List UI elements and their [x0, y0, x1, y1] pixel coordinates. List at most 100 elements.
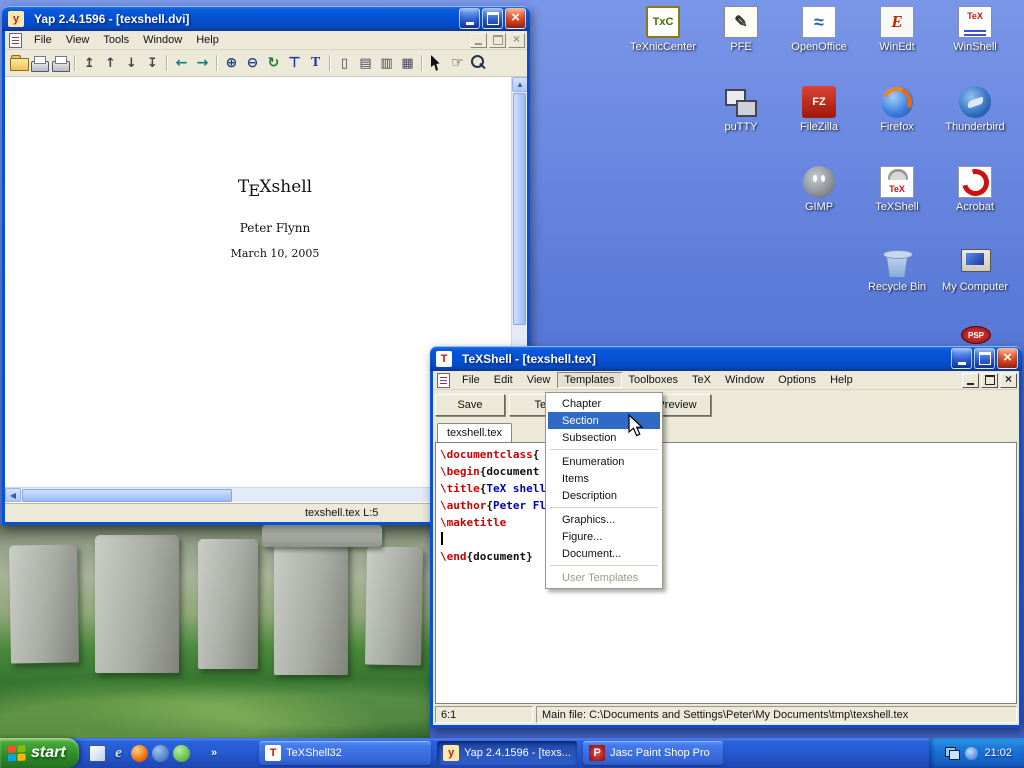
menu-option[interactable]	[548, 562, 660, 569]
menu-option[interactable]: User Templates	[548, 569, 660, 586]
toolbar-icon[interactable]: ↻	[263, 53, 284, 73]
desktop-icon[interactable]: Acrobat	[936, 166, 1014, 246]
menu-option[interactable]: Chapter	[548, 395, 660, 412]
menu-item[interactable]: File	[455, 372, 487, 388]
menu-item[interactable]: Toolboxes	[622, 372, 686, 388]
menu-option[interactable]: Description	[548, 487, 660, 504]
texshell-titlebar[interactable]: TeXShell - [texshell.tex]	[430, 346, 1022, 371]
toolbar-icon[interactable]: ↧	[142, 53, 163, 73]
toolbar-icon[interactable]	[426, 53, 447, 73]
toolbar-icon[interactable]: ↥	[79, 53, 100, 73]
tray-icon[interactable]	[965, 747, 978, 760]
close-button[interactable]	[997, 348, 1018, 369]
toolbar-icon[interactable]	[74, 55, 76, 71]
menu-option[interactable]: Enumeration	[548, 453, 660, 470]
horizontal-scroll-thumb[interactable]	[22, 489, 232, 502]
toolbar-icon[interactable]: →	[192, 53, 213, 73]
desktop-icon[interactable]: TeX WinShell	[936, 6, 1014, 86]
menu-item[interactable]: Tools	[96, 32, 136, 48]
menu-item[interactable]: View	[520, 372, 558, 388]
scroll-left-button[interactable]: ◀	[5, 488, 21, 502]
yap-titlebar[interactable]: Yap 2.4.1596 - [texshell.dvi]	[2, 6, 530, 31]
menu-item[interactable]: Help	[823, 372, 860, 388]
toolbar-icon[interactable]: ▥	[376, 53, 397, 73]
texshell-statusbar: 6:1 Main file: C:\Documents and Settings…	[433, 704, 1019, 725]
toolbar-icon[interactable]	[50, 53, 71, 73]
maximize-button[interactable]	[482, 8, 503, 29]
menu-option[interactable]: Document...	[548, 545, 660, 562]
toolbar-icon[interactable]	[216, 55, 218, 71]
menu-option[interactable]: Items	[548, 470, 660, 487]
quicklaunch-overflow-chevron[interactable]: »	[211, 747, 217, 759]
toolbar-icon[interactable]	[468, 53, 489, 73]
menu-item[interactable]: Window	[136, 32, 189, 48]
desktop-icon[interactable]: FZ FileZilla	[780, 86, 858, 166]
desktop-icon[interactable]: GIMP	[780, 166, 858, 246]
desktop-icon[interactable]: E WinEdt	[858, 6, 936, 86]
toolbar-button[interactable]: Save	[435, 394, 505, 416]
menu-option[interactable]: Graphics...	[548, 511, 660, 528]
menu-item[interactable]: Options	[771, 372, 823, 388]
child-minimize-button[interactable]	[470, 33, 487, 48]
menu-item[interactable]: Templates	[557, 372, 621, 388]
toolbar-icon[interactable]: ☞	[447, 53, 468, 73]
desktop-icon[interactable]: My Computer	[936, 246, 1014, 326]
desktop-icon-psp[interactable]: PSP	[946, 326, 1006, 344]
taskbar-task-button[interactable]: Jasc Paint Shop Pro	[583, 741, 723, 765]
toolbar-icon[interactable]	[329, 55, 331, 71]
child-close-button[interactable]	[508, 33, 525, 48]
menu-option[interactable]	[548, 504, 660, 511]
child-restore-button[interactable]	[981, 373, 998, 388]
menu-item[interactable]: Help	[189, 32, 226, 48]
toolbar-icon[interactable]: ⊕	[221, 53, 242, 73]
desktop-icon[interactable]: ≈ OpenOffice	[780, 6, 858, 86]
close-button[interactable]	[505, 8, 526, 29]
toolbar-icon[interactable]: ▯	[334, 53, 355, 73]
taskbar-task-button[interactable]: Yap 2.4.1596 - [texs...	[437, 741, 577, 765]
toolbar-icon[interactable]: ▦	[397, 53, 418, 73]
desktop-icon[interactable]: Thunderbird	[936, 86, 1014, 166]
toolbar-icon[interactable]	[29, 53, 50, 73]
code-editor[interactable]: \documentclass{\begin{document\title{TeX…	[435, 442, 1017, 704]
menu-item[interactable]: File	[27, 32, 59, 48]
toolbar-icon[interactable]: T	[305, 53, 326, 73]
scroll-up-button[interactable]: ▲	[512, 77, 527, 92]
quicklaunch-icon[interactable]	[89, 745, 106, 762]
desktop-icon[interactable]: Recycle Bin	[858, 246, 936, 326]
toolbar-icon[interactable]: ↓	[121, 53, 142, 73]
quicklaunch-icon[interactable]	[131, 745, 148, 762]
maximize-button[interactable]	[974, 348, 995, 369]
toolbar-icon[interactable]	[9, 53, 29, 73]
taskbar-task-button[interactable]: TeXShell32	[259, 741, 431, 765]
desktop-icon[interactable]: ✎ PFE	[702, 6, 780, 86]
quicklaunch-icon[interactable]	[152, 745, 169, 762]
toolbar-icon[interactable]: ←	[171, 53, 192, 73]
menu-option[interactable]: Figure...	[548, 528, 660, 545]
toolbar-icon[interactable]	[421, 55, 423, 71]
child-close-button[interactable]	[1000, 373, 1017, 388]
toolbar-icon[interactable]: ↑	[100, 53, 121, 73]
desktop-icon[interactable]: puTTY	[702, 86, 780, 166]
menu-item[interactable]: Edit	[487, 372, 520, 388]
toolbar-icon[interactable]: ⊤	[284, 53, 305, 73]
menu-item[interactable]: Window	[718, 372, 771, 388]
tray-icon[interactable]	[945, 747, 960, 760]
desktop-icon[interactable]: Firefox	[858, 86, 936, 166]
menu-item[interactable]: TeX	[685, 372, 718, 388]
tab-texshell-tex[interactable]: texshell.tex	[437, 423, 512, 442]
quicklaunch-icon[interactable]	[173, 745, 190, 762]
minimize-button[interactable]	[459, 8, 480, 29]
toolbar-icon[interactable]: ▤	[355, 53, 376, 73]
child-minimize-button[interactable]	[962, 373, 979, 388]
child-restore-button[interactable]	[489, 33, 506, 48]
menu-option[interactable]	[548, 446, 660, 453]
toolbar-icon[interactable]	[166, 55, 168, 71]
desktop-icon[interactable]: TxC TeXnicCenter	[624, 6, 702, 86]
menu-item[interactable]: View	[59, 32, 97, 48]
desktop-icon[interactable]: TeX TeXShell	[858, 166, 936, 246]
quicklaunch-icon[interactable]	[110, 745, 127, 762]
start-button[interactable]: start	[0, 738, 79, 768]
toolbar-icon[interactable]: ⊖	[242, 53, 263, 73]
minimize-button[interactable]	[951, 348, 972, 369]
vertical-scroll-thumb[interactable]	[513, 93, 526, 325]
